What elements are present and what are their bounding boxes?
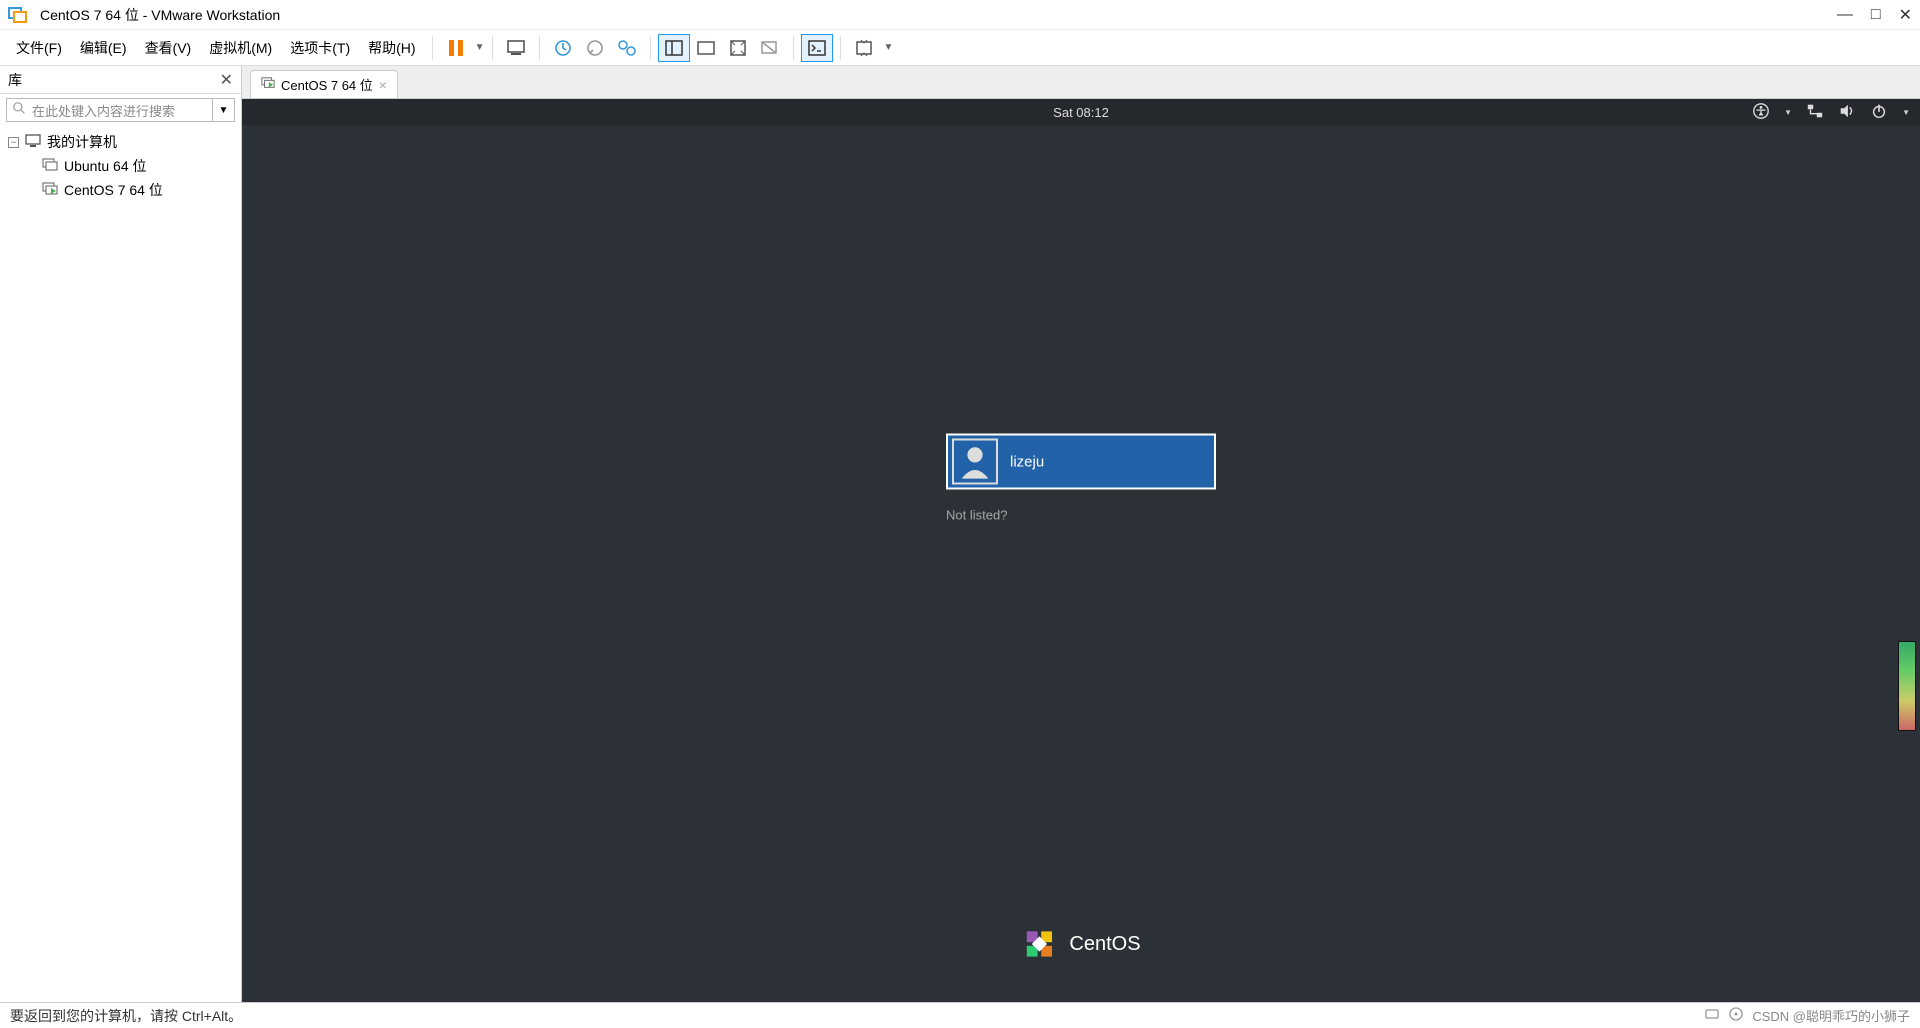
tab-centos[interactable]: CentOS 7 64 位 × [250,70,398,98]
network-icon[interactable] [1806,102,1824,123]
watermark-text: CSDN @聪明乖巧的小狮子 [1752,1006,1910,1025]
title-bar: CentOS 7 64 位 - VMware Workstation — □ ✕ [0,0,1920,30]
avatar-icon [952,439,998,485]
view-single-button[interactable] [691,35,721,61]
vm-icon [42,157,58,176]
menu-view[interactable]: 查看(V) [137,34,200,62]
login-panel: lizeju Not listed? [946,434,1216,523]
centos-brand: CentOS [1021,926,1140,962]
tree-vm-label: Ubuntu 64 位 [64,156,147,176]
close-button[interactable]: ✕ [1899,5,1912,25]
tree-vm-centos[interactable]: CentOS 7 64 位 [6,178,235,202]
accessibility-icon[interactable] [1752,102,1770,123]
vm-tree: − 我的计算机 Ubuntu 64 位 CentOS 7 64 位 [0,126,241,206]
centos-brand-text: CentOS [1069,933,1140,956]
tree-collapse-icon[interactable]: − [8,137,19,148]
search-icon [13,102,26,118]
fullscreen-button[interactable] [723,35,753,61]
chevron-down-icon: ▼ [1784,108,1792,117]
status-bar: 要返回到您的计算机，请按 Ctrl+Alt。 CSDN @聪明乖巧的小狮子 [0,1002,1920,1028]
tree-root-label: 我的计算机 [47,132,117,152]
unity-button[interactable] [755,35,785,61]
menu-vm[interactable]: 虚拟机(M) [201,34,280,62]
monitor-icon [25,133,41,152]
tree-root-my-computer[interactable]: − 我的计算机 [6,130,235,154]
search-dropdown[interactable]: ▼ [213,98,235,122]
gnome-top-bar: Sat 08:12 ▼ ▼ [242,99,1920,125]
login-user-button[interactable]: lizeju [946,434,1216,490]
snapshot-manager-button[interactable] [612,35,642,61]
library-search-input[interactable]: 在此处键入内容进行搜索 [6,98,213,122]
vm-running-icon [261,76,275,93]
tab-close-button[interactable]: × [379,77,387,93]
vm-running-icon [42,181,58,200]
device-cd-icon[interactable] [1728,1006,1744,1025]
view-sidebyside-button[interactable] [659,35,689,61]
power-dropdown[interactable]: ▼ [475,42,485,53]
chevron-down-icon: ▼ [1902,108,1910,117]
library-title: 库 [8,70,22,90]
maximize-button[interactable]: □ [1871,6,1881,24]
snapshot-button[interactable] [548,35,578,61]
menu-edit[interactable]: 编辑(E) [72,34,135,62]
centos-logo-icon [1021,926,1057,962]
power-icon[interactable] [1870,102,1888,123]
tree-vm-ubuntu[interactable]: Ubuntu 64 位 [6,154,235,178]
volume-icon[interactable] [1838,102,1856,123]
tree-vm-label: CentOS 7 64 位 [64,180,163,200]
vmware-icon [8,5,28,25]
library-close-button[interactable]: ✕ [220,70,233,90]
tab-bar: CentOS 7 64 位 × [242,66,1920,98]
library-panel: 库 ✕ 在此处键入内容进行搜索 ▼ − 我的计算机 Ubuntu 64 位 [0,66,242,1002]
status-hint: 要返回到您的计算机，请按 Ctrl+Alt。 [10,1006,242,1026]
send-ctrl-alt-del-button[interactable] [501,35,531,61]
device-disk-icon[interactable] [1704,1006,1720,1025]
menu-file[interactable]: 文件(F) [8,34,70,62]
login-username: lizeju [1010,453,1044,470]
search-placeholder: 在此处键入内容进行搜索 [32,101,175,120]
menu-tabs[interactable]: 选项卡(T) [282,34,358,62]
window-title: CentOS 7 64 位 - VMware Workstation [40,5,1837,25]
stretch-button[interactable] [849,35,879,61]
not-listed-link[interactable]: Not listed? [946,508,1216,523]
console-view-button[interactable] [802,35,832,61]
revert-snapshot-button[interactable] [580,35,610,61]
minimize-button[interactable]: — [1837,6,1853,24]
main-area: CentOS 7 64 位 × Sat 08:12 ▼ ▼ [242,66,1920,1002]
tab-label: CentOS 7 64 位 [281,75,373,94]
stretch-dropdown[interactable]: ▼ [883,42,893,53]
menu-bar: 文件(F) 编辑(E) 查看(V) 虚拟机(M) 选项卡(T) 帮助(H) ▼ … [0,30,1920,66]
menu-help[interactable]: 帮助(H) [360,34,423,62]
activity-indicator [1898,641,1916,731]
pause-button[interactable] [441,35,471,61]
vm-display[interactable]: Sat 08:12 ▼ ▼ lizeju Not [242,98,1920,1002]
gnome-clock[interactable]: Sat 08:12 [1053,105,1109,120]
